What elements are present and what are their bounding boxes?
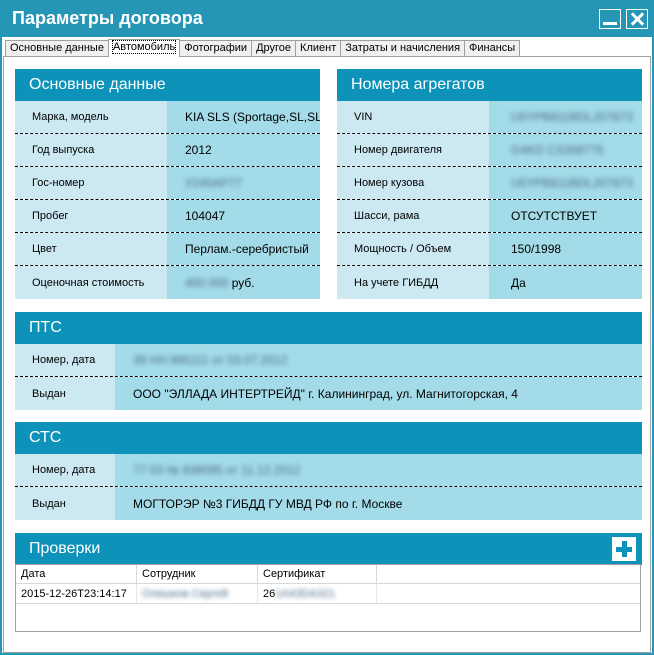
field-row: Номер, дата 77 03 № 838095 от 11.12.2012 <box>15 454 642 487</box>
field-label: Номер, дата <box>15 454 115 486</box>
check-date-cell: 2015-12-26T23:14:17 <box>16 584 137 603</box>
field-label: На учете ГИБДД <box>337 266 489 299</box>
tab-client[interactable]: Клиент <box>295 40 342 57</box>
unit-numbers-panel: Номера агрегатов VIN U5YPB811BDL207873 Н… <box>337 69 642 299</box>
field-label: Пробег <box>15 200 167 232</box>
sts-issued-by-value[interactable]: МОГТОРЭР №3 ГИБДД ГУ МВД РФ по г. Москве <box>115 487 642 520</box>
contract-params-window: Параметры договора Основные данные Автом… <box>0 0 654 655</box>
field-label: Номер двигателя <box>337 134 489 166</box>
field-row: Мощность / Объем 150/1998 <box>337 233 642 266</box>
field-row: Марка, модель KIA SLS (Sportage,SL,SLS) <box>15 101 320 134</box>
sts-header: СТС <box>15 422 642 454</box>
close-button[interactable] <box>626 9 648 29</box>
sts-number-date-value[interactable]: 77 03 № 838095 от 11.12.2012 <box>115 454 642 486</box>
window-client: Основные данные Автомобиль Фотографии Др… <box>2 37 652 653</box>
body-number-value[interactable]: U5YPB811BDL207873 <box>489 167 642 199</box>
field-row: Выдан ООО "ЭЛЛАДА ИНТЕРТРЕЙД" г. Калинин… <box>15 377 642 410</box>
tab-photos[interactable]: Фотографии <box>179 40 253 57</box>
make-model-value[interactable]: KIA SLS (Sportage,SL,SLS) <box>167 101 320 133</box>
window-title: Параметры договора <box>12 8 203 28</box>
add-check-button[interactable] <box>612 537 636 561</box>
gibdd-registered-value[interactable]: Да <box>489 266 642 299</box>
field-row: VIN U5YPB811BDL207873 <box>337 101 642 134</box>
minimize-button[interactable] <box>599 9 621 29</box>
plate-value[interactable]: У245АР77 <box>167 167 320 199</box>
field-row: Шасси, рама ОТСУТСТВУЕТ <box>337 200 642 233</box>
basic-data-header: Основные данные <box>15 69 320 101</box>
checks-table: Дата Сотрудник Сертификат 2015-12-26T23:… <box>15 564 641 632</box>
field-row: Гос-номер У245АР77 <box>15 167 320 200</box>
car-tab-page: Основные данные Марка, модель KIA SLS (S… <box>3 56 651 653</box>
engine-number-value[interactable]: G4KD CS308775 <box>489 134 642 166</box>
field-row: Выдан МОГТОРЭР №3 ГИБДД ГУ МВД РФ по г. … <box>15 487 642 520</box>
sts-panel: СТС Номер, дата 77 03 № 838095 от 11.12.… <box>15 422 642 520</box>
field-label: Выдан <box>15 377 115 410</box>
pts-number-date-value[interactable]: 39 НН 885111 от 03.07.2012 <box>115 344 642 376</box>
table-row[interactable]: 2015-12-26T23:14:17 Олешков Сергей 261А4… <box>16 584 640 604</box>
field-row: Год выпуска 2012 <box>15 134 320 167</box>
field-label: Номер кузова <box>337 167 489 199</box>
tab-expenses[interactable]: Затраты и начисления <box>340 40 466 57</box>
field-label: Номер, дата <box>15 344 115 376</box>
field-row: На учете ГИБДД Да <box>337 266 642 299</box>
field-label: Гос-номер <box>15 167 167 199</box>
field-label: Год выпуска <box>15 134 167 166</box>
checks-panel: Проверки Дата Сотрудник Сертификат 2015-… <box>15 533 642 636</box>
field-row: Оценочная стоимость 400 000 руб. <box>15 266 320 299</box>
basic-data-panel: Основные данные Марка, модель KIA SLS (S… <box>15 69 320 299</box>
unit-numbers-header: Номера агрегатов <box>337 69 642 101</box>
field-row: Пробег 104047 <box>15 200 320 233</box>
tab-other[interactable]: Другое <box>251 40 297 57</box>
tab-strip: Основные данные Автомобиль Фотографии Др… <box>5 39 521 57</box>
field-label: Марка, модель <box>15 101 167 133</box>
field-row: Цвет Перлам.-серебристый <box>15 233 320 266</box>
field-row: Номер двигателя G4KD CS308775 <box>337 134 642 167</box>
year-value[interactable]: 2012 <box>167 134 320 166</box>
check-employee-cell: Олешков Сергей <box>137 584 258 603</box>
vin-value[interactable]: U5YPB811BDL207873 <box>489 101 642 133</box>
field-label: Шасси, рама <box>337 200 489 232</box>
checks-header: Проверки <box>15 533 642 565</box>
color-value[interactable]: Перлам.-серебристый <box>167 233 320 265</box>
pts-panel: ПТС Номер, дата 39 НН 885111 от 03.07.20… <box>15 312 642 410</box>
column-header-employee[interactable]: Сотрудник <box>137 565 258 583</box>
column-header-certificate[interactable]: Сертификат <box>258 565 377 583</box>
valuation-value[interactable]: 400 000 руб. <box>167 266 320 299</box>
check-certificate-cell: 261А4ЗDА321 <box>258 584 377 603</box>
field-label: Выдан <box>15 487 115 520</box>
power-volume-value[interactable]: 150/1998 <box>489 233 642 265</box>
tab-car[interactable]: Автомобиль <box>107 39 181 57</box>
field-label: Мощность / Объем <box>337 233 489 265</box>
field-row: Номер кузова U5YPB811BDL207873 <box>337 167 642 200</box>
chassis-value[interactable]: ОТСУТСТВУЕТ <box>489 200 642 232</box>
tab-basic-data[interactable]: Основные данные <box>5 40 109 57</box>
field-label: VIN <box>337 101 489 133</box>
field-label: Оценочная стоимость <box>15 266 167 299</box>
tab-finance[interactable]: Финансы <box>464 40 521 57</box>
pts-header: ПТС <box>15 312 642 344</box>
mileage-value[interactable]: 104047 <box>167 200 320 232</box>
pts-issued-by-value[interactable]: ООО "ЭЛЛАДА ИНТЕРТРЕЙД" г. Калининград, … <box>115 377 642 410</box>
field-row: Номер, дата 39 НН 885111 от 03.07.2012 <box>15 344 642 377</box>
column-header-date[interactable]: Дата <box>16 565 137 583</box>
title-bar[interactable]: Параметры договора <box>1 1 653 37</box>
field-label: Цвет <box>15 233 167 265</box>
checks-table-header: Дата Сотрудник Сертификат <box>16 565 640 584</box>
